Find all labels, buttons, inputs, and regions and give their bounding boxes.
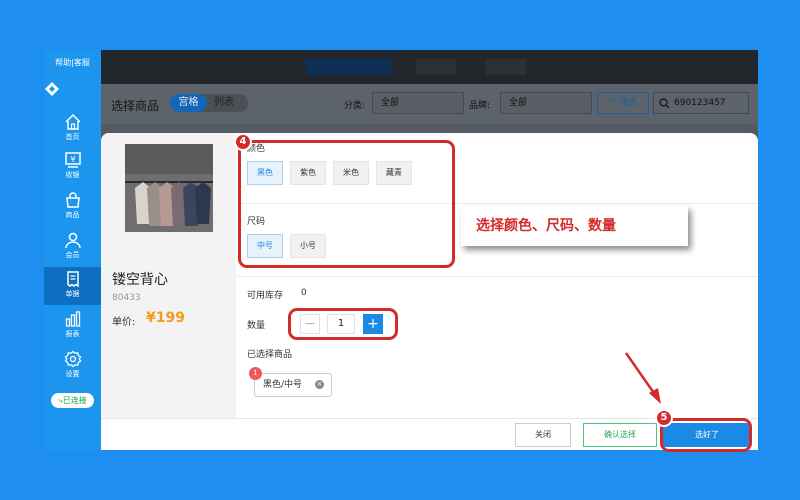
filter-button-label: 筛选 — [618, 98, 637, 108]
member-icon — [64, 232, 81, 249]
category-label: 分类: — [344, 101, 366, 111]
svg-text:¥: ¥ — [70, 155, 75, 164]
sidebar-item-orders[interactable]: 单据 — [44, 267, 101, 305]
step-4-badge: 4 — [234, 133, 252, 151]
search-input[interactable]: 690123457 — [653, 92, 749, 114]
gear-icon — [64, 350, 81, 368]
sidebar-item-label: 设置 — [65, 370, 80, 378]
service-link[interactable]: 客服 — [74, 58, 90, 67]
sidebar-item-reports[interactable]: 报表 — [44, 307, 101, 345]
remove-chip-icon[interactable]: × — [315, 380, 324, 389]
stock-label: 可用库存 — [247, 291, 284, 301]
product-info-pane: 镂空背心 80433 单价: ¥199 — [101, 133, 236, 450]
sidebar-item-label: 会员 — [65, 251, 80, 259]
connection-status-label: 已连接 — [62, 396, 87, 405]
selected-items-label: 已选择商品 — [247, 350, 293, 360]
chart-icon — [65, 311, 80, 327]
view-grid-tab[interactable]: 宫格 — [170, 94, 207, 112]
top-tab-active[interactable] — [306, 59, 392, 75]
cashier-icon: ¥ — [64, 152, 81, 168]
sidebar-item-label: 报表 — [65, 330, 80, 338]
sidebar-item-goods[interactable]: 商品 — [44, 188, 101, 226]
bag-icon — [65, 192, 80, 208]
product-name: 镂空背心 — [112, 272, 168, 288]
selected-count-badge: 1 — [249, 367, 262, 380]
confirm-select-button[interactable]: 确认选择 — [583, 423, 657, 447]
receipt-icon — [66, 271, 79, 288]
instruction-callout: 选择颜色、尺码、数量 — [461, 206, 688, 246]
page-title: 选择商品 — [111, 99, 160, 113]
search-input-value: 690123457 — [674, 98, 726, 108]
divider — [236, 276, 758, 277]
brand-label: 品牌: — [469, 101, 491, 111]
top-tab[interactable] — [486, 59, 526, 75]
price-label: 单价: — [112, 317, 136, 328]
home-icon — [64, 113, 81, 130]
product-price: ¥199 — [146, 310, 185, 326]
sidebar-item-label: 单据 — [65, 290, 80, 298]
sidebar-item-label: 收银 — [65, 171, 80, 179]
sidebar-item-label: 商品 — [65, 211, 80, 219]
goods-toolbar: 选择商品 宫格 列表 分类: 全部 品牌: 全部 ▽ 筛选 690123457 — [101, 84, 758, 124]
help-links: 帮助|客服 — [44, 57, 101, 68]
sidebar-item-label: 首页 — [65, 133, 80, 141]
view-toggle[interactable]: 宫格 列表 — [170, 94, 248, 112]
view-list-tab[interactable]: 列表 — [214, 94, 234, 112]
product-image — [125, 144, 213, 232]
connection-status-badge: ⤷已连接 — [51, 393, 94, 408]
highlight-done-button — [660, 418, 752, 452]
logo-icon — [45, 82, 59, 96]
top-bar — [101, 50, 758, 84]
stock-value: 0 — [301, 288, 307, 298]
product-code: 80433 — [112, 293, 141, 303]
sidebar-item-cashier[interactable]: ¥ 收银 — [44, 148, 101, 186]
top-tab[interactable] — [416, 59, 456, 75]
filter-icon: ▽ — [609, 98, 617, 108]
product-photo — [125, 144, 213, 232]
step-5-badge: 5 — [655, 409, 673, 427]
arrow-icon — [624, 352, 661, 404]
sidebar: 帮助|客服 首页 ¥ 收银 商品 会员 单据 报表 设置 ⤷已连接 — [44, 50, 101, 450]
close-button[interactable]: 关闭 — [515, 423, 571, 447]
brand-select[interactable]: 全部 — [500, 92, 592, 114]
filter-button[interactable]: ▽ 筛选 — [597, 92, 649, 114]
sidebar-item-member[interactable]: 会员 — [44, 228, 101, 266]
highlight-quantity — [288, 308, 398, 340]
quantity-label: 数量 — [247, 321, 266, 331]
sidebar-item-settings[interactable]: 设置 — [44, 347, 101, 385]
highlight-spec-options — [238, 140, 455, 268]
category-select[interactable]: 全部 — [372, 92, 464, 114]
search-icon — [659, 98, 670, 109]
help-link[interactable]: 帮助 — [55, 58, 71, 67]
sidebar-item-home[interactable]: 首页 — [44, 110, 101, 148]
